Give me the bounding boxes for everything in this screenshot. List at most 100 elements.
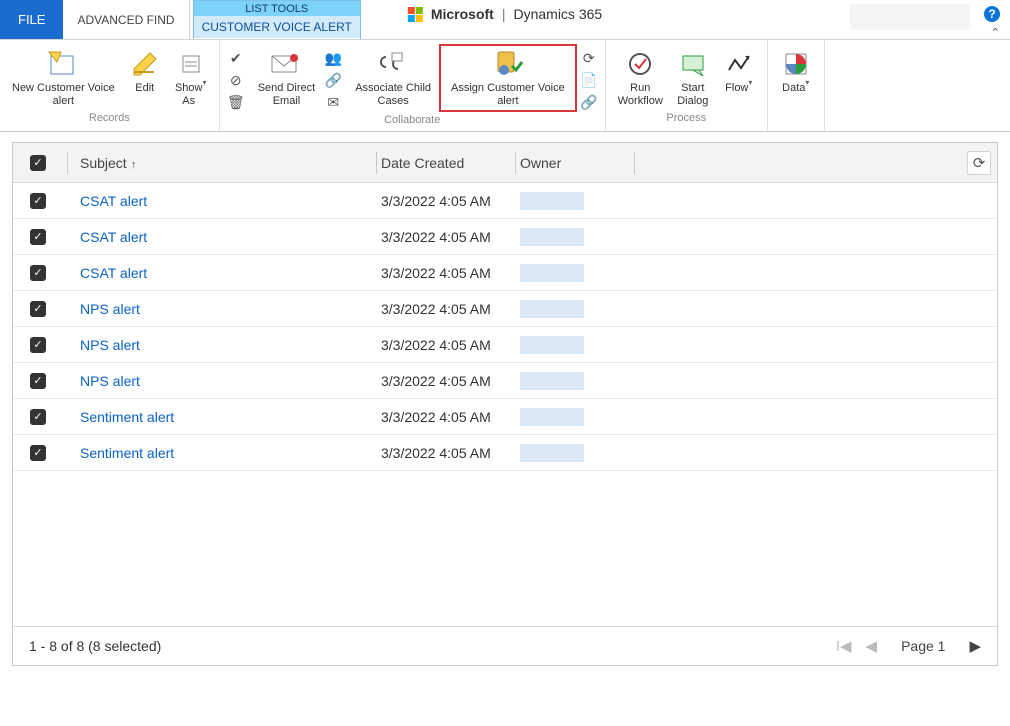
table-row[interactable]: ✓ CSAT alert 3/3/2022 4:05 AM bbox=[13, 219, 997, 255]
date-cell: 3/3/2022 4:05 AM bbox=[381, 301, 511, 317]
flow-icon bbox=[723, 48, 755, 80]
brand-ms: Microsoft bbox=[431, 6, 494, 22]
date-cell: 3/3/2022 4:05 AM bbox=[381, 229, 511, 245]
new-record-icon bbox=[47, 48, 79, 80]
table-row[interactable]: ✓ CSAT alert 3/3/2022 4:05 AM bbox=[13, 183, 997, 219]
assign-customer-voice-alert-button[interactable]: Assign Customer Voicealert bbox=[439, 44, 577, 112]
dropdown-icon: ▾ bbox=[202, 78, 206, 87]
date-cell: 3/3/2022 4:05 AM bbox=[381, 373, 511, 389]
row-checkbox[interactable]: ✓ bbox=[30, 301, 46, 317]
first-page-button[interactable]: I◀ bbox=[836, 637, 852, 655]
grid-footer: 1 - 8 of 8 (8 selected) I◀ ◀ Page 1 ▶ bbox=[13, 626, 997, 665]
row-checkbox[interactable]: ✓ bbox=[30, 265, 46, 281]
subject-link[interactable]: Sentiment alert bbox=[80, 445, 174, 461]
show-as-button[interactable]: ShowAs ▾ bbox=[169, 44, 213, 110]
delete-icon[interactable]: 🗑 bbox=[226, 92, 246, 112]
table-row[interactable]: ✓ CSAT alert 3/3/2022 4:05 AM bbox=[13, 255, 997, 291]
owner-cell bbox=[520, 444, 584, 462]
share-icon[interactable]: 👥 bbox=[323, 48, 343, 68]
row-checkbox[interactable]: ✓ bbox=[30, 409, 46, 425]
collapse-ribbon-icon[interactable]: ⌃ bbox=[991, 26, 1000, 39]
subject-link[interactable]: NPS alert bbox=[80, 373, 140, 389]
data-icon bbox=[780, 48, 812, 80]
owner-cell bbox=[520, 336, 584, 354]
brand-product: Dynamics 365 bbox=[513, 6, 602, 22]
ribbon-group-records: New Customer Voicealert Edit ShowAs ▾ Re… bbox=[0, 40, 220, 131]
dropdown-icon: ▾ bbox=[805, 78, 809, 87]
start-dialog-button[interactable]: StartDialog bbox=[671, 44, 715, 110]
row-checkbox[interactable]: ✓ bbox=[30, 193, 46, 209]
table-row[interactable]: ✓ NPS alert 3/3/2022 4:05 AM bbox=[13, 291, 997, 327]
date-cell: 3/3/2022 4:05 AM bbox=[381, 265, 511, 281]
tab-file[interactable]: FILE bbox=[0, 0, 63, 39]
data-button[interactable]: Data▾ bbox=[774, 44, 818, 110]
row-checkbox[interactable]: ✓ bbox=[30, 229, 46, 245]
tab-advanced-find[interactable]: ADVANCED FIND bbox=[63, 0, 189, 39]
prev-page-button[interactable]: ◀ bbox=[866, 637, 878, 655]
user-info-block[interactable] bbox=[850, 4, 970, 30]
activate-icon[interactable]: ✔ bbox=[226, 48, 246, 68]
show-as-icon bbox=[175, 48, 207, 80]
row-checkbox[interactable]: ✓ bbox=[30, 337, 46, 353]
copy-link-icon[interactable]: 🔗 bbox=[323, 70, 343, 90]
owner-cell bbox=[520, 300, 584, 318]
subject-link[interactable]: Sentiment alert bbox=[80, 409, 174, 425]
edit-button[interactable]: Edit bbox=[123, 44, 167, 110]
table-row[interactable]: ✓ NPS alert 3/3/2022 4:05 AM bbox=[13, 327, 997, 363]
subject-link[interactable]: CSAT alert bbox=[80, 229, 147, 245]
microsoft-logo-icon bbox=[408, 7, 423, 22]
tab-customer-voice-alert[interactable]: CUSTOMER VOICE ALERT bbox=[194, 16, 360, 38]
tab-context-list-tools: LIST TOOLS CUSTOMER VOICE ALERT bbox=[193, 0, 361, 39]
column-header-subject[interactable]: Subject↑ bbox=[72, 155, 372, 171]
sort-asc-icon: ↑ bbox=[131, 159, 137, 171]
owner-cell bbox=[520, 228, 584, 246]
owner-cell bbox=[520, 408, 584, 426]
date-cell: 3/3/2022 4:05 AM bbox=[381, 193, 511, 209]
associate-icon bbox=[377, 48, 409, 80]
owner-cell bbox=[520, 264, 584, 282]
pager: I◀ ◀ Page 1 ▶ bbox=[836, 637, 981, 655]
table-row[interactable]: ✓ Sentiment alert 3/3/2022 4:05 AM bbox=[13, 399, 997, 435]
dialog-icon bbox=[677, 48, 709, 80]
column-header-date[interactable]: Date Created bbox=[381, 155, 511, 171]
row-checkbox[interactable]: ✓ bbox=[30, 373, 46, 389]
refresh-grid-button[interactable]: ⟳ bbox=[967, 151, 991, 175]
column-header-owner[interactable]: Owner bbox=[520, 155, 630, 171]
assign-icon bbox=[492, 48, 524, 80]
ribbon-group-collaborate: ✔ ⊘ 🗑 Send DirectEmail 👥 🔗 ✉ Associate C… bbox=[220, 40, 606, 131]
next-page-button[interactable]: ▶ bbox=[969, 637, 981, 655]
flow-button[interactable]: Flow▾ bbox=[717, 44, 761, 110]
associate-child-cases-button[interactable]: Associate ChildCases bbox=[349, 44, 437, 112]
email-icon bbox=[270, 48, 302, 80]
ribbon: New Customer Voicealert Edit ShowAs ▾ Re… bbox=[0, 40, 1010, 132]
selection-status: 1 - 8 of 8 (8 selected) bbox=[29, 638, 161, 654]
subject-link[interactable]: CSAT alert bbox=[80, 193, 147, 209]
date-cell: 3/3/2022 4:05 AM bbox=[381, 337, 511, 353]
report-icon[interactable]: 📄 bbox=[579, 70, 599, 90]
page-label: Page 1 bbox=[901, 638, 945, 654]
ribbon-label-records: Records bbox=[6, 110, 213, 127]
new-customer-voice-alert-button[interactable]: New Customer Voicealert bbox=[6, 44, 121, 110]
send-direct-email-button[interactable]: Send DirectEmail bbox=[252, 44, 321, 112]
email-link-icon[interactable]: ✉ bbox=[323, 92, 343, 112]
deactivate-icon[interactable]: ⊘ bbox=[226, 70, 246, 90]
table-row[interactable]: ✓ NPS alert 3/3/2022 4:05 AM bbox=[13, 363, 997, 399]
edit-icon bbox=[129, 48, 161, 80]
subject-link[interactable]: NPS alert bbox=[80, 301, 140, 317]
date-cell: 3/3/2022 4:05 AM bbox=[381, 409, 511, 425]
row-checkbox[interactable]: ✓ bbox=[30, 445, 46, 461]
subject-link[interactable]: NPS alert bbox=[80, 337, 140, 353]
dropdown-icon: ▾ bbox=[748, 78, 752, 87]
tab-bar: FILE ADVANCED FIND LIST TOOLS CUSTOMER V… bbox=[0, 0, 1010, 40]
ribbon-label-collaborate: Collaborate bbox=[226, 112, 599, 129]
ribbon-label-process: Process bbox=[612, 110, 761, 127]
select-all-checkbox[interactable]: ✓ bbox=[30, 155, 46, 171]
subject-link[interactable]: CSAT alert bbox=[80, 265, 147, 281]
tab-context-header: LIST TOOLS bbox=[194, 1, 360, 16]
link-icon[interactable]: 🔗 bbox=[579, 92, 599, 112]
run-workflow-button[interactable]: RunWorkflow bbox=[612, 44, 669, 110]
ribbon-group-data: Data▾ bbox=[768, 40, 825, 131]
refresh-small-icon[interactable]: ⟳ bbox=[579, 48, 599, 68]
help-icon[interactable]: ? bbox=[984, 6, 1000, 22]
table-row[interactable]: ✓Sentiment alert3/3/2022 4:05 AM bbox=[13, 435, 997, 471]
